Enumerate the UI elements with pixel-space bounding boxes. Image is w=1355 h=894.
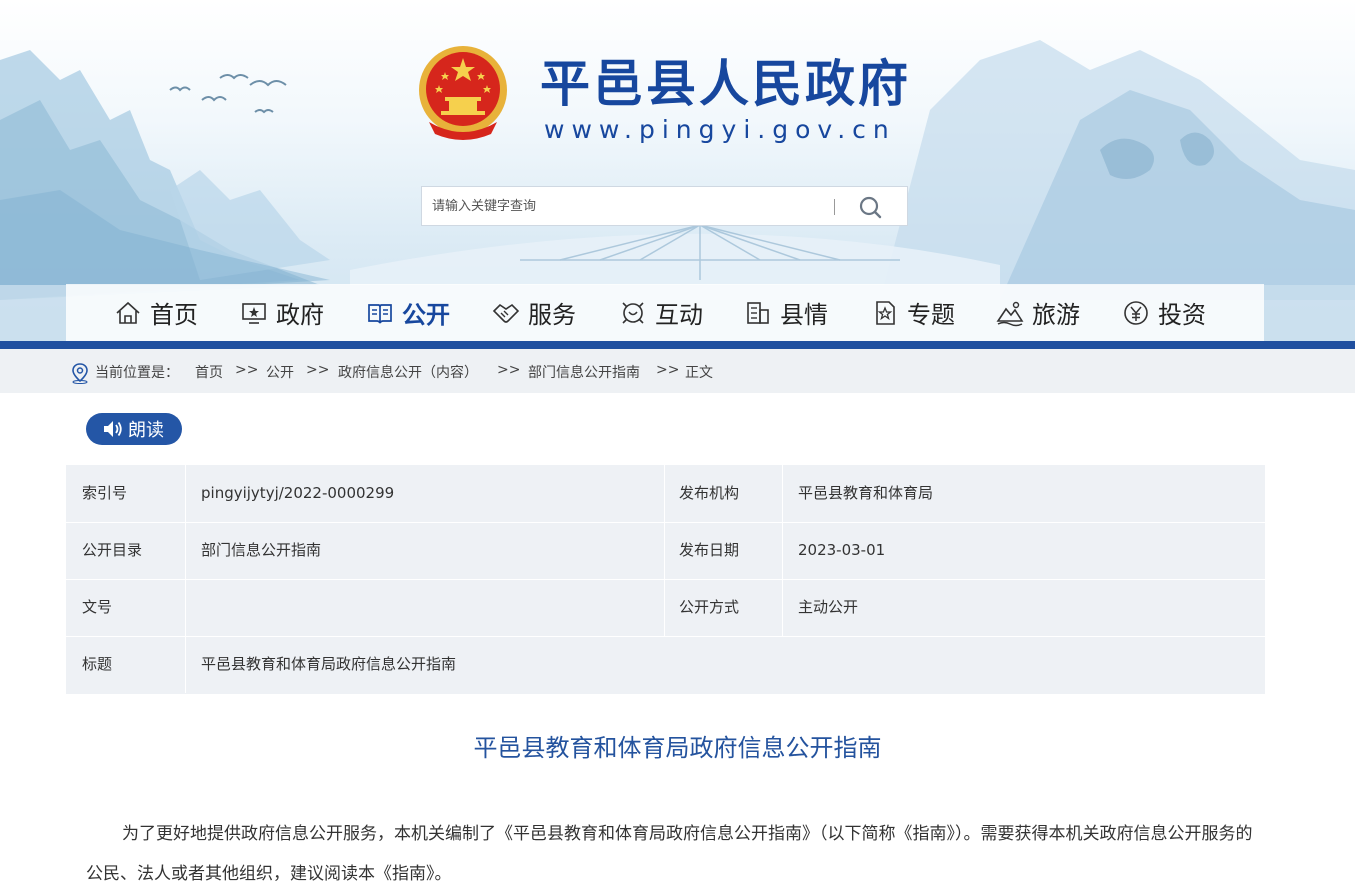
breadcrumb-separator: >> [656,362,680,378]
breadcrumb-gov-info[interactable]: 政府信息公开（内容） [338,365,478,381]
meta-label: 发布日期 [679,541,740,559]
article-title: 平邑县教育和体育局政府信息公开指南 [473,734,882,762]
main-nav: 首页 政府 公开 服务 互动 县情 专题 旅游 投资 [66,284,1264,341]
nav-label: 投资 [1158,301,1206,329]
article-paragraph: 为了更好地提供政府信息公开服务，本机关编制了《平邑县教育和体育局政府信息公开指南… [86,824,1253,884]
meta-label: 标题 [82,655,113,673]
nav-label: 首页 [150,301,198,329]
interaction-icon [622,301,644,324]
mountain-icon [996,301,1024,326]
monitor-icon [242,302,266,324]
header-banner: 平邑县人民政府 www.pingyi.gov.cn 首页 政府 公开 服务 [0,0,1355,341]
nav-label: 公开 [402,301,450,329]
nav-label: 服务 [528,301,576,329]
national-emblem-icon [419,46,507,140]
breadcrumb-prefix: 当前位置是： [95,365,179,381]
meta-value: 平邑县教育和体育局 [798,484,934,502]
read-aloud-button[interactable]: 朗读 [86,413,182,445]
location-pin-icon [72,363,88,384]
nav-label: 旅游 [1032,301,1080,329]
meta-label: 文号 [82,598,113,616]
nav-item-open[interactable]: 公开 [366,284,450,341]
meta-value: 部门信息公开指南 [201,541,322,559]
nav-item-topics[interactable]: 专题 [871,284,955,341]
meta-label: 索引号 [82,484,128,502]
star-doc-icon [876,300,895,325]
breadcrumb-separator: >> [306,362,330,378]
breadcrumb-current: 正文 [685,365,713,381]
search-divider [834,199,835,215]
site-url: www.pingyi.gov.cn [544,115,896,144]
nav-item-tourism[interactable]: 旅游 [996,284,1080,341]
book-icon [368,303,392,323]
yen-icon [1124,300,1148,325]
search-box [421,186,908,226]
meta-value: 2023-03-01 [798,541,886,559]
search-input[interactable] [422,187,842,225]
meta-value: pingyijytyj/2022-0000299 [201,484,395,502]
document-meta-table: 索引号 pingyijytyj/2022-0000299 发布机构 平邑县教育和… [66,465,1265,694]
meta-label: 公开方式 [679,598,740,616]
building-icon [747,301,769,324]
nav-label: 互动 [655,301,703,329]
read-aloud-label: 朗读 [128,420,164,441]
nav-item-investment[interactable]: 投资 [1122,284,1206,341]
meta-value: 主动公开 [798,598,859,616]
breadcrumb-dept-guide[interactable]: 部门信息公开指南 [528,365,640,381]
breadcrumb: 当前位置是： 首页 >> 公开 >> 政府信息公开（内容） >> 部门信息公开指… [0,349,1355,393]
search-icon [859,196,882,219]
breadcrumb-home[interactable]: 首页 [195,365,223,381]
meta-label: 公开目录 [82,541,143,559]
meta-row: 文号 公开方式 主动公开 [66,579,1265,637]
birds-decoration [169,74,287,114]
nav-underline-bar [0,341,1355,349]
nav-item-service[interactable]: 服务 [492,284,576,341]
site-title: 平邑县人民政府 [540,55,911,113]
nav-item-home[interactable]: 首页 [114,284,198,341]
meta-value: 平邑县教育和体育局政府信息公开指南 [201,655,457,673]
breadcrumb-separator: >> [235,362,259,378]
nav-item-interaction[interactable]: 互动 [619,284,703,341]
home-icon [116,301,140,324]
nav-label: 专题 [907,301,955,329]
meta-row: 索引号 pingyijytyj/2022-0000299 发布机构 平邑县教育和… [66,465,1265,523]
nav-item-county[interactable]: 县情 [744,284,828,341]
meta-row: 公开目录 部门信息公开指南 发布日期 2023-03-01 [66,522,1265,580]
nav-item-government[interactable]: 政府 [240,284,324,341]
nav-label: 政府 [276,301,324,329]
search-button[interactable] [852,192,892,222]
breadcrumb-open[interactable]: 公开 [266,365,294,381]
handshake-icon [492,303,520,323]
meta-row: 标题 平邑县教育和体育局政府信息公开指南 [66,636,1265,693]
breadcrumb-separator: >> [497,362,521,378]
speaker-icon [104,421,122,437]
nav-label: 县情 [780,301,828,329]
meta-label: 发布机构 [679,484,740,502]
